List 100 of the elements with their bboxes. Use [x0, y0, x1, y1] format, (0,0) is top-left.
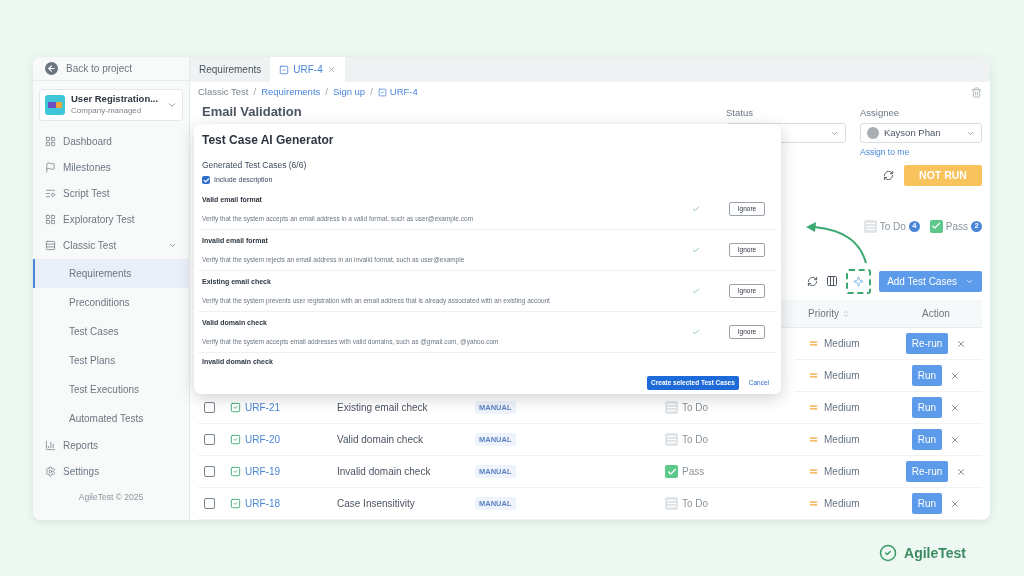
logo-icon: [879, 544, 897, 562]
table-cell-text: Existing email check: [337, 401, 428, 415]
field-label: Assignee: [860, 106, 901, 120]
priority-text: Medium: [824, 401, 860, 415]
todo-icon: [665, 433, 678, 446]
columns-icon[interactable]: [826, 275, 839, 287]
status-text: To Do: [682, 433, 709, 447]
remove-icon[interactable]: [950, 434, 961, 445]
dialog-subtitle: Generated Test Cases (6/6): [201, 159, 308, 172]
priority-icon: [808, 434, 819, 445]
run-button[interactable]: Re-run: [905, 333, 949, 354]
close-icon[interactable]: [326, 65, 336, 74]
status-text: Pass: [682, 465, 705, 479]
field-label: Status: [726, 106, 754, 120]
row-checkbox[interactable]: [204, 466, 215, 477]
table-cell-text: Case Insensitivity: [337, 497, 415, 511]
row-checkbox[interactable]: [204, 402, 215, 413]
checkbox-icon: [377, 87, 387, 97]
avatar: [867, 127, 879, 140]
table-icon: [45, 240, 56, 252]
project-name: User Registration...: [71, 93, 160, 106]
test-case-icon: [230, 402, 241, 413]
breadcrumb-text: Classic Test: [198, 84, 249, 99]
breadcrumb-link[interactable]: URF-4: [377, 84, 418, 100]
todo-icon: [665, 401, 678, 414]
row-checkbox[interactable]: [204, 434, 215, 445]
sidebar-subitem[interactable]: Test Cases: [33, 316, 189, 346]
sidebar-subitem[interactable]: Preconditions: [33, 287, 189, 317]
checkbox-icon: [279, 64, 290, 75]
chart-icon: [45, 440, 56, 452]
tab[interactable]: URF-4: [270, 57, 345, 82]
priority-text: Medium: [824, 369, 860, 383]
sidebar-item[interactable]: Milestones: [33, 154, 189, 181]
back-link[interactable]: Back to project: [33, 57, 189, 82]
brand-name: AgileTest: [904, 543, 966, 563]
remove-icon[interactable]: [950, 370, 961, 381]
sidebar-subitem[interactable]: Automated Tests: [33, 403, 189, 433]
tab[interactable]: Requirements: [190, 57, 271, 82]
issue-key-link[interactable]: URF-20: [245, 432, 280, 447]
trash-icon[interactable]: [971, 86, 982, 98]
run-button[interactable]: Run: [911, 365, 943, 386]
table-cell-text: Invalid domain check: [337, 465, 431, 479]
column-header[interactable]: Action: [890, 300, 982, 328]
status-text: To Do: [682, 401, 709, 415]
sidebar-subitem[interactable]: Requirements: [33, 258, 189, 288]
legend-label: Pass: [945, 219, 968, 234]
test-case-icon: [230, 434, 241, 445]
issue-key-link[interactable]: URF-18: [245, 496, 280, 511]
test-case-icon: [230, 498, 241, 509]
run-button[interactable]: Run: [911, 397, 943, 418]
breadcrumb-separator: /: [370, 84, 373, 99]
legend-label: To Do: [879, 219, 906, 234]
breadcrumb-link[interactable]: Requirements: [261, 84, 321, 100]
remove-icon[interactable]: [956, 466, 967, 477]
test-case-icon: [230, 466, 241, 477]
column-header[interactable]: Priority: [795, 300, 890, 328]
assign-link[interactable]: Assign to me: [860, 146, 982, 159]
sidebar-item[interactable]: Dashboard: [33, 128, 189, 155]
breadcrumb-separator: /: [325, 84, 328, 99]
priority-text: Medium: [824, 433, 860, 447]
project-type: Company-managed: [71, 105, 143, 118]
refresh-icon[interactable]: [807, 275, 819, 287]
priority-icon: [808, 338, 819, 349]
run-button[interactable]: Run: [911, 429, 943, 450]
page-title: Email Validation: [201, 104, 302, 121]
row-checkbox[interactable]: [204, 498, 215, 509]
remove-icon[interactable]: [950, 498, 961, 509]
sidebar-item[interactable]: Settings: [33, 458, 189, 485]
status-text: To Do: [682, 497, 709, 511]
sidebar-item[interactable]: Reports: [33, 432, 189, 459]
list-icon: [45, 188, 56, 200]
issue-key-link[interactable]: URF-19: [245, 464, 280, 479]
issue-key-link[interactable]: URF-21: [245, 400, 280, 415]
remove-icon[interactable]: [950, 402, 961, 413]
table-cell-text: Valid domain check: [337, 433, 423, 447]
run-button[interactable]: Run: [911, 493, 943, 514]
back-icon: [45, 62, 58, 76]
sidebar-item[interactable]: Classic Test: [33, 232, 189, 259]
sidebar-item[interactable]: Exploratory Test: [33, 206, 189, 233]
sidebar-subitem[interactable]: Test Executions: [33, 374, 189, 404]
project-selector[interactable]: User Registration... Company-managed: [39, 89, 183, 121]
grid-icon: [45, 214, 56, 226]
ai-generate-button[interactable]: [846, 268, 872, 294]
add-test-cases-button[interactable]: Add Test Cases: [879, 270, 982, 292]
include-checkbox[interactable]: [202, 176, 210, 184]
priority-icon: [808, 498, 819, 509]
pass-icon: [929, 219, 943, 233]
settings-icon: [45, 466, 56, 478]
footer-text: AgileTest © 2025: [77, 490, 145, 504]
refresh-icon[interactable]: [883, 170, 894, 181]
sidebar-subitem[interactable]: Test Plans: [33, 345, 189, 375]
project-icon: [45, 95, 65, 116]
priority-icon: [808, 466, 819, 477]
pass-icon: [665, 465, 678, 478]
sidebar-item[interactable]: Script Test: [33, 180, 189, 207]
remove-icon[interactable]: [956, 338, 967, 349]
run-button[interactable]: Re-run: [905, 461, 949, 482]
breadcrumb-link[interactable]: Sign up: [332, 84, 366, 100]
assignee-dropdown[interactable]: Kayson Phan: [860, 123, 982, 144]
grid-icon: [45, 136, 56, 148]
